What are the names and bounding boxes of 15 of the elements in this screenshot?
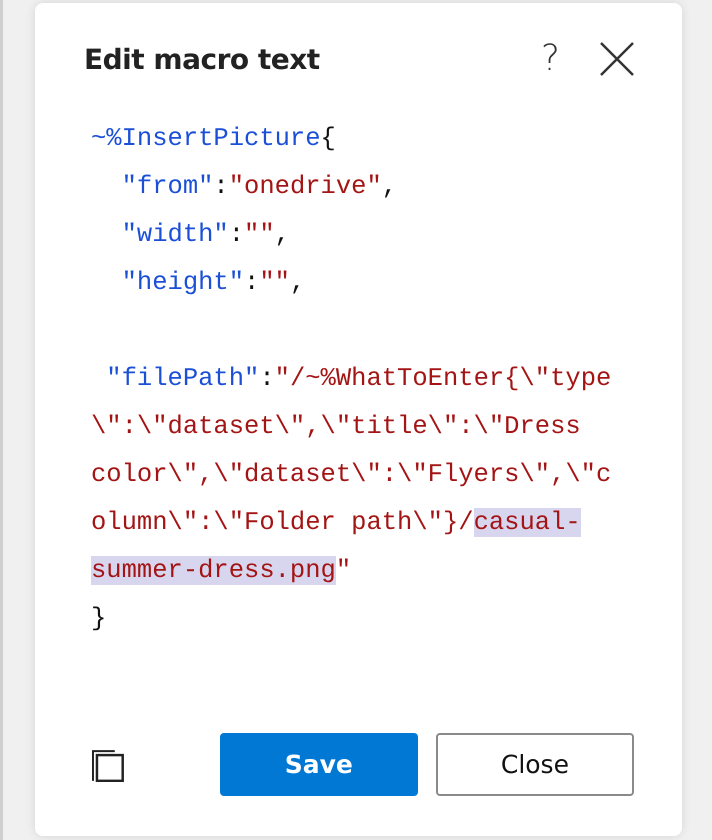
dialog-title: Edit macro text xyxy=(84,42,321,76)
code-line: "height":"", xyxy=(120,267,306,299)
close-button[interactable] xyxy=(600,42,634,76)
code-line: ~%InsertPicture{ xyxy=(91,123,337,155)
code-line: "filePath":"/~%WhatToEnter{\"type xyxy=(105,363,612,395)
code-line: } xyxy=(91,603,108,635)
code-line: color\",\"dataset\":\"Flyers\",\"c xyxy=(91,459,612,491)
code-line: "from":"onedrive", xyxy=(120,171,398,203)
close-text-button[interactable]: Close xyxy=(436,733,634,796)
copy-icon[interactable] xyxy=(92,748,124,782)
code-line: "width":"", xyxy=(120,219,291,251)
code-line: olumn\":\"Folder path\"}/casual- xyxy=(91,507,582,539)
code-line: \":\"dataset\",\"title\":\"Dress xyxy=(91,411,582,443)
help-button[interactable]: ? xyxy=(540,41,560,77)
save-button[interactable]: Save xyxy=(220,733,418,796)
